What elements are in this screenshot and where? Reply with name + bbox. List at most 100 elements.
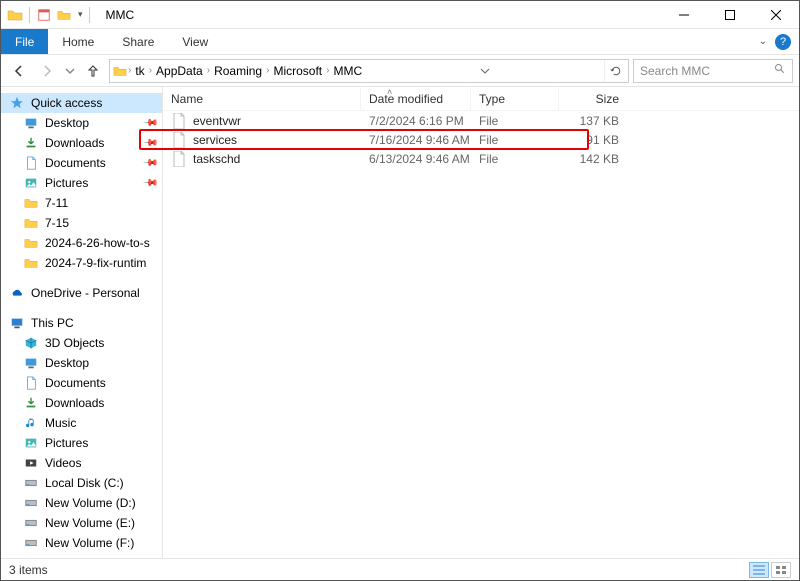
back-button[interactable] <box>7 59 31 83</box>
breadcrumb-segment[interactable]: Roaming <box>210 64 266 78</box>
downloads-icon <box>23 135 39 151</box>
close-button[interactable] <box>753 1 799 29</box>
view-details-button[interactable] <box>749 562 769 578</box>
quick-access-icon <box>9 95 25 111</box>
sidebar-onedrive[interactable]: OneDrive - Personal <box>1 283 162 303</box>
column-header-date[interactable]: Date modified <box>361 87 471 110</box>
file-size: 91 KB <box>559 130 629 149</box>
documents-icon <box>23 375 39 391</box>
file-type: File <box>471 149 559 168</box>
file-row[interactable]: taskschd6/13/2024 9:46 AMFile142 KB <box>163 149 799 168</box>
ribbon-tabs: File Home Share View ⌄ ? <box>1 29 799 55</box>
sidebar-item-7-15[interactable]: 7-15 <box>1 213 162 233</box>
pin-icon: 📌 <box>141 115 158 132</box>
videos-icon <box>23 455 39 471</box>
sidebar-item-new-volume-d-[interactable]: New Volume (D:) <box>1 493 162 513</box>
tab-home[interactable]: Home <box>48 29 108 54</box>
sidebar-item-label: Desktop <box>45 356 89 370</box>
breadcrumb-segment[interactable]: tk <box>131 64 148 78</box>
file-date: 7/16/2024 9:46 AM <box>361 130 471 149</box>
sidebar-item-desktop[interactable]: Desktop📌 <box>1 113 162 133</box>
sidebar-item-label: Pictures <box>45 176 88 190</box>
file-row[interactable]: services7/16/2024 9:46 AMFile91 KB <box>163 130 799 149</box>
music-icon <box>23 415 39 431</box>
sidebar-item-label: Documents <box>45 156 106 170</box>
pictures-icon <box>23 175 39 191</box>
address-bar[interactable]: › tk › AppData › Roaming › Microsoft › M… <box>109 59 629 83</box>
sidebar-item-new-volume-f-[interactable]: New Volume (F:) <box>1 533 162 553</box>
up-button[interactable] <box>81 59 105 83</box>
sidebar-this-pc[interactable]: This PC <box>1 313 162 333</box>
tab-share[interactable]: Share <box>108 29 168 54</box>
sidebar-item-documents[interactable]: Documents📌 <box>1 153 162 173</box>
sidebar-item-2024-6-26-how-to-s[interactable]: 2024-6-26-how-to-s <box>1 233 162 253</box>
ribbon-collapse-icon[interactable]: ⌄ <box>759 36 767 47</box>
sidebar-item-downloads[interactable]: Downloads📌 <box>1 133 162 153</box>
this-pc-icon <box>9 315 25 331</box>
column-header-type[interactable]: Type <box>471 87 559 110</box>
breadcrumb-segment[interactable]: Microsoft <box>269 64 326 78</box>
folder-icon <box>23 195 39 211</box>
file-list: Name Date modified Type Size ˄ eventvwr7… <box>163 87 799 560</box>
forward-button[interactable] <box>35 59 59 83</box>
sidebar-item-local-disk-c-[interactable]: Local Disk (C:) <box>1 473 162 493</box>
maximize-button[interactable] <box>707 1 753 29</box>
sidebar-item-music[interactable]: Music <box>1 413 162 433</box>
sidebar-item-label: Music <box>45 416 76 430</box>
file-size: 142 KB <box>559 149 629 168</box>
new-folder-icon[interactable] <box>56 7 72 23</box>
properties-icon[interactable] <box>36 7 52 23</box>
sidebar-item-label: Documents <box>45 376 106 390</box>
sidebar-item-downloads[interactable]: Downloads <box>1 393 162 413</box>
column-header-name[interactable]: Name <box>163 87 361 110</box>
desktop-icon <box>23 115 39 131</box>
qat-customize-icon[interactable]: ▾ <box>78 9 83 20</box>
breadcrumb-segment[interactable]: MMC <box>329 64 366 78</box>
minimize-button[interactable] <box>661 1 707 29</box>
sidebar-item-videos[interactable]: Videos <box>1 453 162 473</box>
downloads-icon <box>23 395 39 411</box>
sidebar-item-label: 7-15 <box>45 216 69 230</box>
breadcrumb-segment[interactable]: AppData <box>152 64 207 78</box>
recent-locations-button[interactable] <box>63 59 77 83</box>
pictures-icon <box>23 435 39 451</box>
file-icon <box>171 113 187 129</box>
tab-view[interactable]: View <box>168 29 222 54</box>
view-large-icons-button[interactable] <box>771 562 791 578</box>
file-row[interactable]: eventvwr7/2/2024 6:16 PMFile137 KB <box>163 111 799 130</box>
sidebar-item-label: 2024-7-9-fix-runtim <box>45 256 146 270</box>
status-text: 3 items <box>9 563 48 577</box>
sidebar-item-pictures[interactable]: Pictures <box>1 433 162 453</box>
search-placeholder: Search MMC <box>640 64 710 78</box>
3dobjects-icon <box>23 335 39 351</box>
separator-icon <box>89 7 90 23</box>
folder-icon <box>23 215 39 231</box>
sidebar-item-7-11[interactable]: 7-11 <box>1 193 162 213</box>
sidebar-item-desktop[interactable]: Desktop <box>1 353 162 373</box>
sidebar-item-label: 2024-6-26-how-to-s <box>45 236 150 250</box>
documents-icon <box>23 155 39 171</box>
file-name: eventvwr <box>193 114 241 128</box>
file-tab[interactable]: File <box>1 29 48 54</box>
folder-icon <box>112 63 128 79</box>
sidebar-item-pictures[interactable]: Pictures📌 <box>1 173 162 193</box>
sidebar-item-new-volume-e-[interactable]: New Volume (E:) <box>1 513 162 533</box>
sidebar-item-label: Videos <box>45 456 81 470</box>
file-type: File <box>471 111 559 130</box>
address-dropdown-button[interactable] <box>474 60 496 82</box>
navigation-bar: › tk › AppData › Roaming › Microsoft › M… <box>1 55 799 87</box>
sidebar-item-documents[interactable]: Documents <box>1 373 162 393</box>
search-input[interactable]: Search MMC <box>633 59 793 83</box>
refresh-button[interactable] <box>604 60 626 82</box>
sidebar-item-label: Quick access <box>31 96 102 110</box>
sidebar-quick-access[interactable]: Quick access <box>1 93 162 113</box>
file-date: 6/13/2024 9:46 AM <box>361 149 471 168</box>
sidebar-item-3d-objects[interactable]: 3D Objects <box>1 333 162 353</box>
quick-access-toolbar: ▾ MMC <box>1 7 134 23</box>
column-header-size[interactable]: Size <box>559 87 629 110</box>
sidebar-item-2024-7-9-fix-runtim[interactable]: 2024-7-9-fix-runtim <box>1 253 162 273</box>
folder-icon <box>23 255 39 271</box>
window-title: MMC <box>106 8 135 22</box>
help-icon[interactable]: ? <box>775 34 791 50</box>
status-bar: 3 items <box>1 558 799 580</box>
